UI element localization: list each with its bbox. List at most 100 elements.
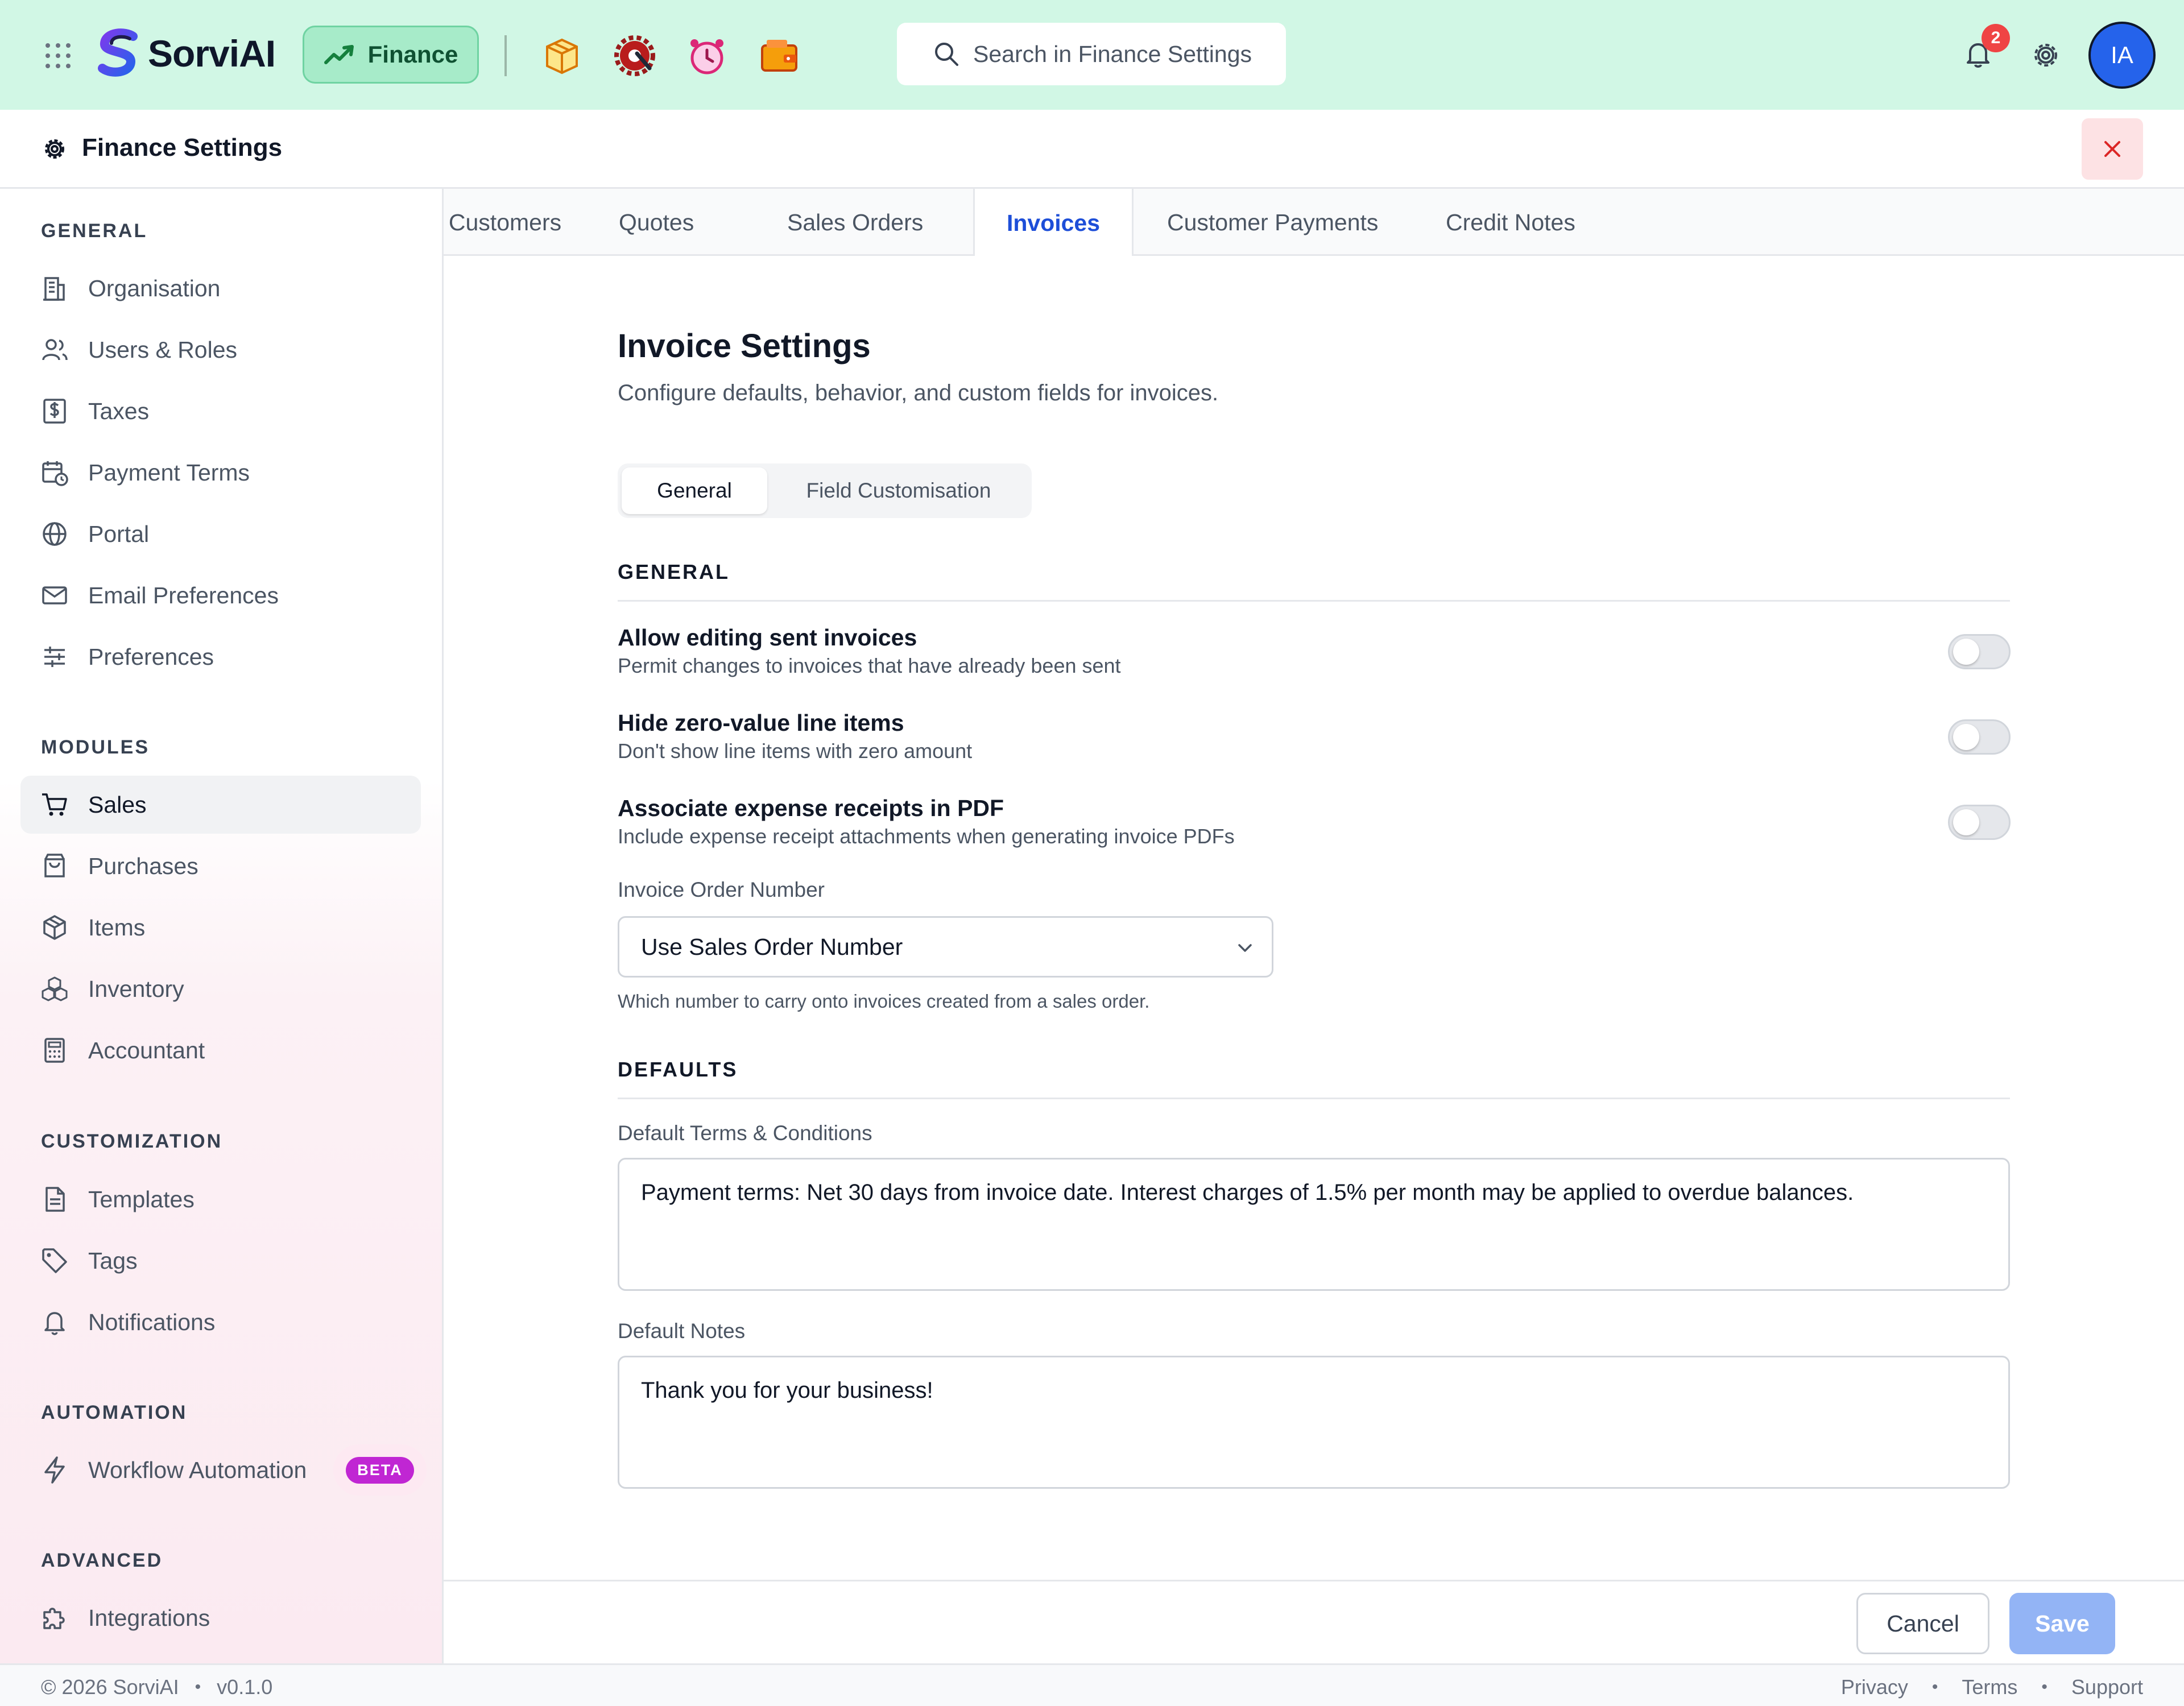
sidebar-item-sales[interactable]: Sales <box>20 776 421 834</box>
wallet-icon[interactable] <box>756 33 802 78</box>
toggle-title: Hide zero-value line items <box>618 710 904 736</box>
sidebar-section-advanced: ADVANCED <box>41 1550 163 1571</box>
toggle-knob <box>1953 724 1979 750</box>
user-avatar[interactable]: IA <box>2088 22 2156 89</box>
sidebar-item-label: Workflow Automation <box>88 1456 307 1483</box>
footer-link-terms[interactable]: Terms <box>1962 1675 2017 1699</box>
settings-header: Finance Settings <box>0 110 2184 189</box>
brand-s-logo-icon <box>96 28 143 78</box>
trending-up-chart-icon <box>324 43 355 66</box>
page-title: Invoice Settings <box>618 328 871 365</box>
tab-customer-payments[interactable]: Customer Payments <box>1167 189 1395 256</box>
boxes-icon <box>40 974 69 1004</box>
settings-gear-icon <box>41 135 68 163</box>
sidebar-item-tags[interactable]: Tags <box>20 1232 421 1290</box>
document-icon <box>40 1185 69 1214</box>
sidebar-item-portal[interactable]: Portal <box>20 505 421 563</box>
sidebar-item-items[interactable]: Items <box>20 898 421 956</box>
page-footer: © 2026 SorviAI • v0.1.0 Privacy • Terms … <box>0 1663 2184 1706</box>
tab-credit-notes[interactable]: Credit Notes <box>1446 189 1616 256</box>
footer-link-privacy[interactable]: Privacy <box>1841 1675 1908 1699</box>
tab-invoices[interactable]: Invoices <box>973 189 1134 258</box>
sidebar-item-label: Users & Roles <box>88 336 238 363</box>
top-app-bar: SorviAI Finance Search in Finance Settin… <box>0 0 2184 110</box>
hide-zero-value-line-items-toggle[interactable] <box>1948 719 2011 755</box>
settings-wrench-icon[interactable] <box>612 33 657 78</box>
sidebar-item-preferences[interactable]: Preferences <box>20 628 421 686</box>
invoice-order-number-help: Which number to carry onto invoices crea… <box>618 991 1150 1012</box>
copyright-text: © 2026 SorviAI <box>41 1675 179 1699</box>
mail-icon <box>40 581 69 610</box>
building-icon <box>40 274 69 303</box>
tab-sales-orders[interactable]: Sales Orders <box>787 189 981 256</box>
cancel-button[interactable]: Cancel <box>1856 1593 1989 1654</box>
allow-editing-sent-invoices-toggle[interactable] <box>1948 634 2011 669</box>
sidebar-item-label: Portal <box>88 520 150 547</box>
toggle-description: Don't show line items with zero amount <box>618 739 973 763</box>
sidebar-item-label: Items <box>88 914 146 941</box>
sidebar-item-label: Payment Terms <box>88 459 250 486</box>
beta-badge: BETA <box>346 1456 414 1484</box>
brand-logo[interactable]: SorviAI <box>96 28 276 78</box>
section-heading-defaults: DEFAULTS <box>618 1058 2010 1099</box>
dollar-file-icon <box>40 396 69 426</box>
form-action-bar: Cancel Save <box>444 1580 2184 1663</box>
toggle-description: Permit changes to invoices that have alr… <box>618 654 1121 677</box>
invoice-order-number-select[interactable]: Use Sales Order Number <box>618 916 1273 978</box>
sidebar-item-taxes[interactable]: Taxes <box>20 382 421 440</box>
tab-customers[interactable]: Customers <box>449 189 561 256</box>
calculator-icon <box>40 1036 69 1065</box>
sidebar-item-templates[interactable]: Templates <box>20 1170 421 1228</box>
sidebar-item-label: Preferences <box>88 643 214 670</box>
sidebar-item-email-preferences[interactable]: Email Preferences <box>20 566 421 624</box>
section-heading-general: GENERAL <box>618 560 2010 602</box>
sidebar-item-workflow-automation[interactable]: Workflow Automation BETA <box>20 1441 427 1499</box>
close-settings-button[interactable] <box>2082 118 2143 180</box>
chevron-down-icon <box>1235 938 1255 958</box>
footer-separator: • <box>2041 1678 2048 1696</box>
sidebar-item-purchases[interactable]: Purchases <box>20 837 421 895</box>
sidebar-item-notifications[interactable]: Notifications <box>20 1293 421 1351</box>
app-launcher-grid-icon[interactable] <box>43 41 73 71</box>
footer-links: Privacy • Terms • Support <box>1841 1675 2143 1699</box>
toggle-knob <box>1953 809 1979 835</box>
version-text: v0.1.0 <box>217 1675 273 1699</box>
puzzle-icon <box>40 1603 69 1633</box>
toggle-knob <box>1953 639 1979 665</box>
sidebar-item-payment-terms[interactable]: Payment Terms <box>20 444 421 502</box>
sidebar-item-inventory[interactable]: Inventory <box>20 960 421 1018</box>
brand-name: SorviAI <box>148 32 276 74</box>
settings-sidebar: GENERAL Organisation Users & Roles Taxes… <box>0 189 444 1663</box>
settings-segmented-control: General Field Customisation <box>618 463 1032 518</box>
globe-icon <box>40 519 69 549</box>
associate-expense-receipts-toggle[interactable] <box>1948 805 2011 840</box>
alarm-clock-icon[interactable] <box>684 33 730 78</box>
notification-count-badge: 2 <box>1982 24 2010 52</box>
sidebar-item-organisation[interactable]: Organisation <box>20 259 421 317</box>
global-search-input[interactable]: Search in Finance Settings <box>897 23 1286 85</box>
segment-general[interactable]: General <box>622 467 767 514</box>
sliders-icon <box>40 642 69 672</box>
search-placeholder: Search in Finance Settings <box>973 40 1252 67</box>
footer-link-support[interactable]: Support <box>2071 1675 2143 1699</box>
shopping-bag-icon <box>40 851 69 881</box>
sidebar-item-label: Purchases <box>88 852 198 879</box>
sidebar-item-accountant[interactable]: Accountant <box>20 1021 421 1079</box>
sidebar-item-label: Accountant <box>88 1037 205 1063</box>
segment-field-customisation[interactable]: Field Customisation <box>770 467 1027 514</box>
gear-icon[interactable] <box>2029 39 2062 72</box>
save-button[interactable]: Save <box>2009 1593 2115 1654</box>
shopping-box-icon[interactable] <box>539 33 585 78</box>
sidebar-item-integrations[interactable]: Integrations <box>20 1589 421 1647</box>
invoice-settings-panel: Invoice Settings Configure defaults, beh… <box>444 256 2184 1581</box>
sidebar-item-label: Tags <box>88 1247 138 1274</box>
default-terms-label: Default Terms & Conditions <box>618 1121 872 1145</box>
toggle-description: Include expense receipt attachments when… <box>618 825 1235 848</box>
toggle-title: Allow editing sent invoices <box>618 624 917 651</box>
sidebar-item-label: Integrations <box>88 1604 210 1631</box>
module-switcher-finance[interactable]: Finance <box>303 26 479 84</box>
default-notes-textarea[interactable]: Thank you for your business! <box>618 1356 2010 1489</box>
sidebar-item-users-roles[interactable]: Users & Roles <box>20 321 421 379</box>
default-terms-textarea[interactable]: Payment terms: Net 30 days from invoice … <box>618 1158 2010 1291</box>
sidebar-item-label: Email Preferences <box>88 582 279 608</box>
